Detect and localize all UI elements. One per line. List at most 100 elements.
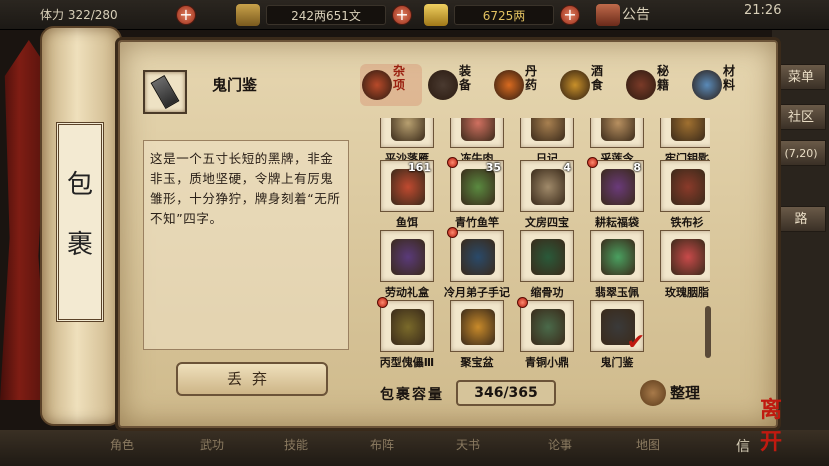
game-logo-seal: 离开 <box>760 397 783 455</box>
add-stamina-button[interactable]: + <box>176 5 196 25</box>
capacity-label: 包裹容量 <box>380 387 444 403</box>
bottom-nav-bar: 角色 武功 技能 布阵 天书 论事 地图 信 <box>0 430 829 466</box>
item-icon <box>391 118 425 141</box>
inventory-slot[interactable] <box>380 230 434 282</box>
ghost-token-icon <box>150 75 180 109</box>
item-icon <box>391 239 425 275</box>
capacity-value: 346/365 <box>456 380 556 406</box>
bottom-tab-mail[interactable]: 信 <box>736 436 750 456</box>
inventory-slot[interactable] <box>380 118 434 148</box>
inventory-slot[interactable] <box>520 118 574 148</box>
item-name: 鬼门鉴 <box>600 356 634 368</box>
top-status-bar: 体力 322/280 + 242两651文 + 6725两 + 公告 21:26 <box>0 0 829 30</box>
bottom-tab-role[interactable]: 角色 <box>110 436 134 453</box>
item-count: 4 <box>563 161 571 174</box>
inventory-scrollbar[interactable] <box>705 306 711 358</box>
bottom-tab-map[interactable]: 地图 <box>636 436 660 453</box>
inventory-grid: 平沙落雁 冻牛肉 日记 采莲令 牢门钥匙 161 鱼饵 35 青竹鱼竿 4 文房四宝 8 耕耘福袋 铁布衫… <box>370 118 710 368</box>
inventory-slot[interactable] <box>590 230 644 282</box>
item-name: 鱼饵 <box>396 216 418 229</box>
inventory-slot[interactable]: 161 <box>380 160 434 212</box>
item-icon <box>601 169 635 205</box>
money-bag-icon <box>640 380 666 406</box>
inventory-slot[interactable] <box>377 297 434 352</box>
item-icon <box>601 239 635 275</box>
category-label: 装备 <box>459 64 472 92</box>
item-name: 翡翠玉佩 <box>595 286 639 299</box>
item-name: 玫瑰胭脂 <box>665 286 709 299</box>
silver-coins-icon <box>236 4 260 26</box>
inventory-slot[interactable] <box>517 297 574 352</box>
bottom-tab-discuss[interactable]: 论事 <box>548 436 572 453</box>
inventory-slot[interactable]: 4 <box>520 160 574 212</box>
item-icon <box>531 169 565 205</box>
category-tab-3[interactable]: 酒食 <box>558 64 620 106</box>
sort-label: 整理 <box>670 384 701 402</box>
bottom-tab-skill[interactable]: 技能 <box>284 436 308 453</box>
item-icon <box>461 239 495 275</box>
inventory-slot[interactable] <box>660 160 710 212</box>
item-description: 这是一个五寸长短的黑牌，非金非玉，质地坚硬，令牌上有厉鬼雏形，十分狰狞，牌身刻着… <box>143 140 349 350</box>
item-icon <box>531 309 565 345</box>
inventory-slot[interactable] <box>660 118 710 148</box>
category-label: 酒食 <box>591 64 604 92</box>
category-icon <box>626 70 656 100</box>
discard-button[interactable]: 丢弃 <box>176 362 328 396</box>
item-icon <box>461 169 495 205</box>
new-item-dot-icon <box>447 157 458 168</box>
inventory-slot[interactable]: 8 <box>587 157 644 212</box>
inventory-slot[interactable]: ✔ <box>590 300 645 355</box>
sort-button[interactable]: 整理 <box>640 378 712 408</box>
selected-item-name: 鬼门鉴 <box>212 76 258 94</box>
inventory-slot[interactable] <box>447 227 504 282</box>
inventory-slot[interactable] <box>520 230 574 282</box>
new-item-dot-icon <box>377 297 388 308</box>
selected-check-icon: ✔ <box>626 330 645 355</box>
item-count: 8 <box>633 161 641 174</box>
item-icon <box>531 118 565 141</box>
item-icon <box>671 239 705 275</box>
community-tab[interactable]: 社区 <box>776 104 826 130</box>
inventory-slot[interactable] <box>450 118 504 148</box>
path-tab[interactable]: 路 <box>776 206 826 232</box>
category-label: 杂项 <box>393 64 406 92</box>
bag-title: 包裹 <box>56 122 104 322</box>
category-tab-0[interactable]: 杂项 <box>360 64 422 106</box>
item-icon <box>391 169 425 205</box>
new-item-dot-icon <box>517 297 528 308</box>
inventory-slot[interactable] <box>660 230 710 282</box>
coordinate-readout: (7,20) <box>776 140 826 166</box>
item-icon <box>671 118 705 141</box>
category-label: 材料 <box>723 64 736 92</box>
item-name: 聚宝盆 <box>460 356 494 368</box>
item-icon <box>461 309 495 345</box>
inventory-slot[interactable] <box>590 118 644 148</box>
stamina-display: 体力 322/280 <box>40 4 140 26</box>
category-tab-1[interactable]: 装备 <box>426 64 488 106</box>
item-name: 青铜小鼎 <box>525 356 569 368</box>
bottom-tab-formation[interactable]: 布阵 <box>370 436 394 453</box>
menu-tab[interactable]: 菜单 <box>776 64 826 90</box>
item-name: 丙型傀儡Ⅲ <box>379 356 435 368</box>
category-icon <box>692 70 722 100</box>
category-tab-4[interactable]: 秘籍 <box>624 64 686 106</box>
inventory-slot[interactable]: 35 <box>447 157 504 212</box>
money-display: 242两651文 <box>266 5 386 25</box>
announcement-icon[interactable] <box>596 4 620 26</box>
item-icon <box>601 118 635 141</box>
bottom-tab-book[interactable]: 天书 <box>456 436 480 453</box>
inventory-slot[interactable] <box>450 300 504 352</box>
category-tabs: 杂项 装备 丹药 酒食 秘籍 材料 <box>360 64 760 106</box>
add-gold-button[interactable]: + <box>560 5 580 25</box>
item-name: 冷月弟子手记 <box>444 286 510 299</box>
bottom-tab-martial[interactable]: 武功 <box>200 436 224 453</box>
category-tab-2[interactable]: 丹药 <box>492 64 554 106</box>
item-count: 161 <box>408 161 431 174</box>
category-tab-5[interactable]: 材料 <box>690 64 752 106</box>
gold-ingot-icon <box>424 4 448 26</box>
add-money-button[interactable]: + <box>392 5 412 25</box>
category-icon <box>362 70 392 100</box>
selected-item-icon <box>143 70 187 114</box>
item-icon <box>531 239 565 275</box>
announcement-link[interactable]: 公告 <box>622 4 650 26</box>
